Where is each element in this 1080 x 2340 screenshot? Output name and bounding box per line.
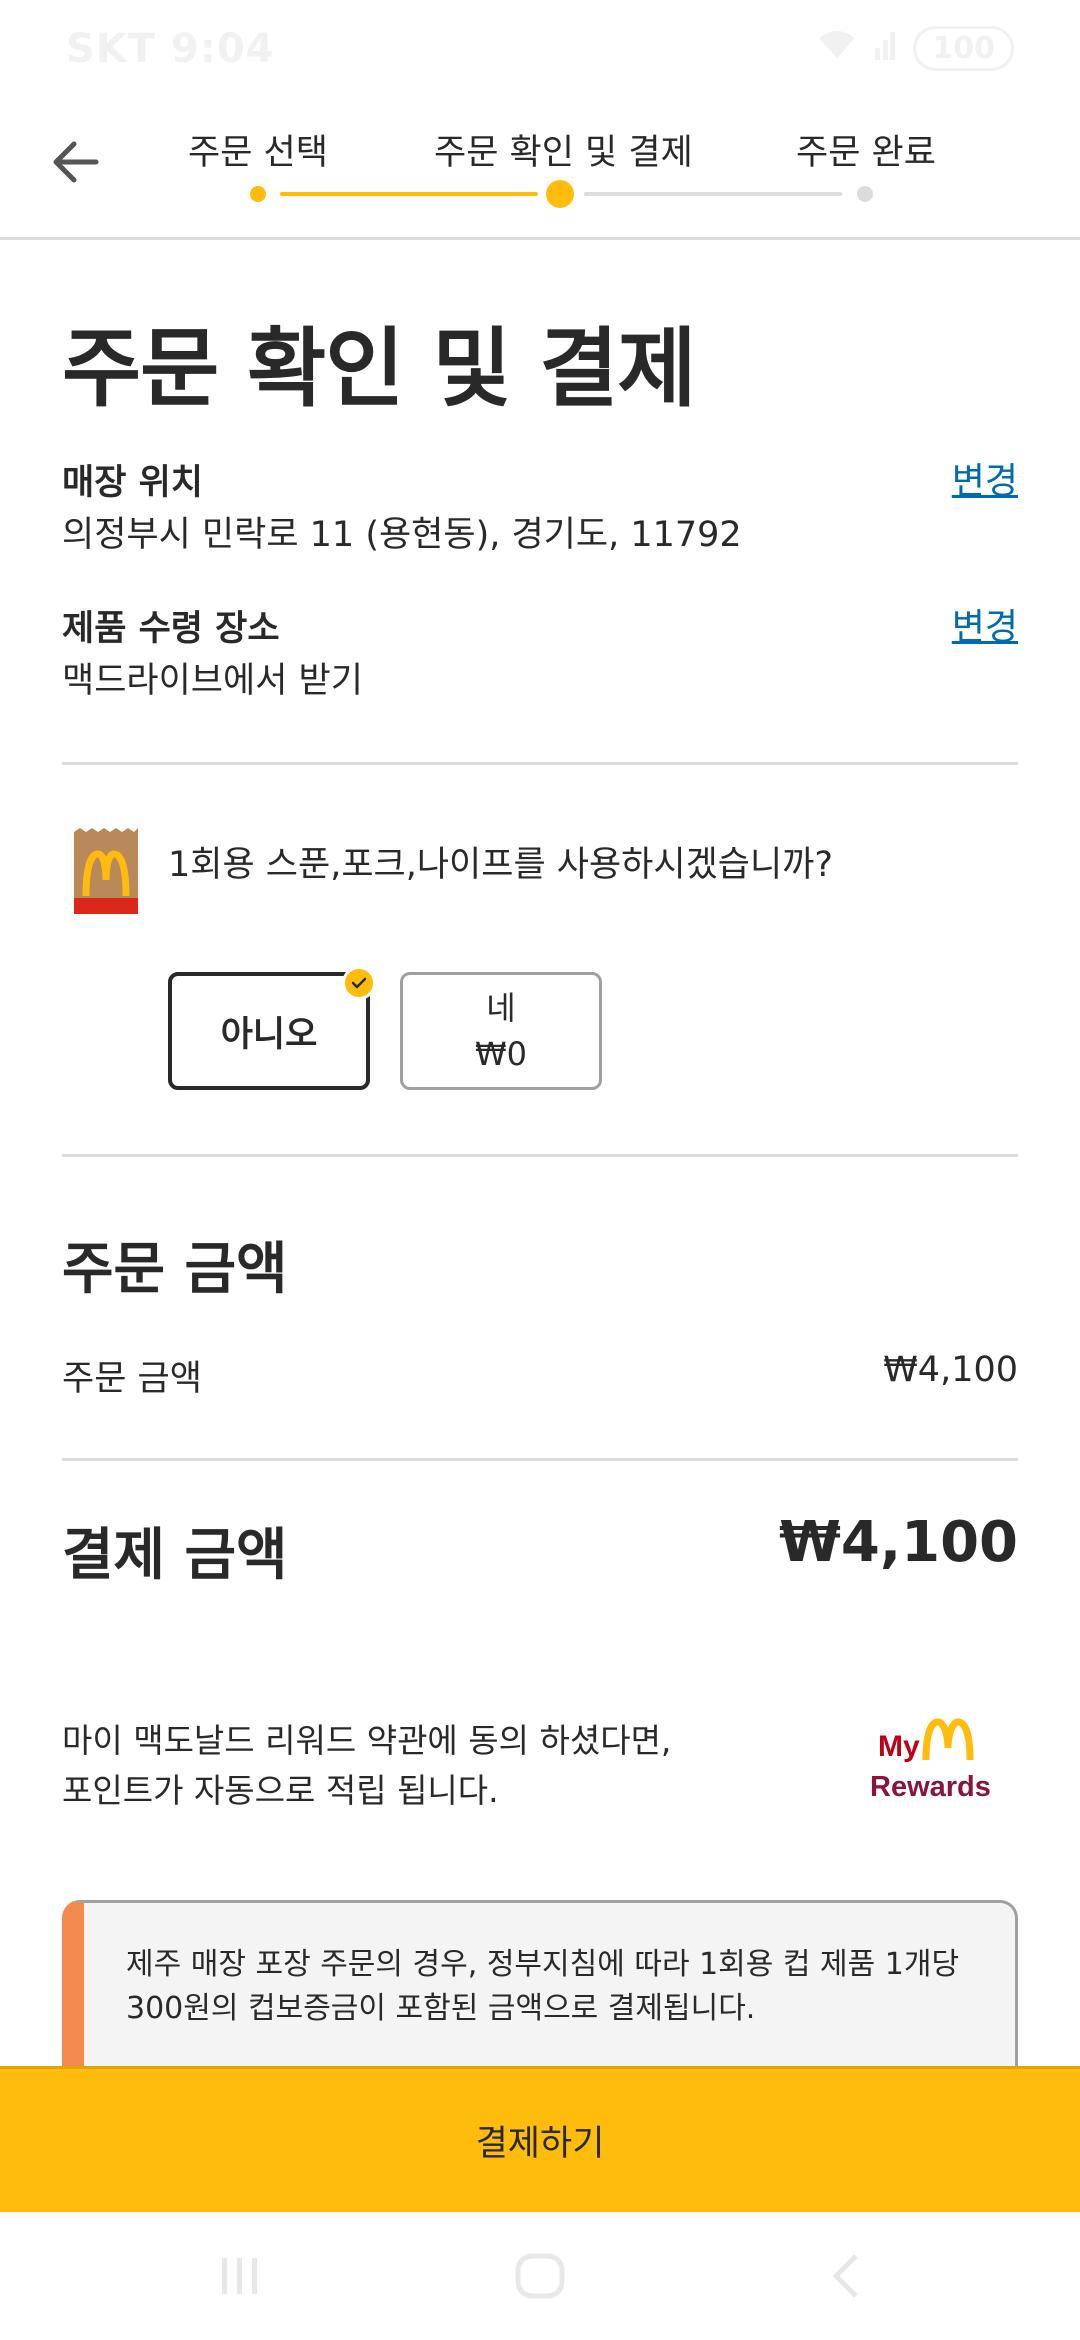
logo-rewards-text: Rewards	[870, 1771, 991, 1803]
option-price: ₩0	[475, 1035, 527, 1073]
store-location-label: 매장 위치	[62, 463, 203, 503]
page-title: 주문 확인 및 결제	[62, 319, 697, 419]
divider	[62, 1154, 1018, 1157]
step-order-select: 주문 선택	[188, 133, 328, 173]
home-icon	[515, 2253, 565, 2299]
rewards-line-1: 마이 맥도날드 리워드 약관에 동의 하셨다면,	[62, 1721, 672, 1760]
order-amount-value: ₩4,100	[883, 1350, 1018, 1390]
status-icons: 100	[817, 26, 1014, 71]
paper-bag-icon	[72, 828, 140, 916]
step-dot-2-current	[546, 180, 574, 208]
chevron-left-icon	[832, 2254, 858, 2298]
cutlery-question: 1회용 스푼,포크,나이프를 사용하시겠습니까?	[168, 845, 833, 885]
step-dot-3	[857, 186, 873, 202]
option-label: 네	[486, 989, 516, 1027]
order-amount-label: 주문 금액	[62, 1359, 202, 1399]
arrow-left-icon	[53, 141, 99, 183]
notice-text: 제주 매장 포장 주문의 경우, 정부지침에 따라 1회용 컵 제품 1개당 3…	[126, 1947, 960, 2026]
divider	[62, 762, 1018, 765]
wifi-icon	[817, 28, 857, 69]
change-pickup-link[interactable]: 변경	[952, 598, 1018, 650]
step-confirm-payment: 주문 확인 및 결제	[434, 133, 693, 173]
pickup-place-value: 맥드라이브에서 받기	[62, 661, 363, 701]
step-order-complete: 주문 완료	[796, 133, 936, 173]
change-store-link[interactable]: 변경	[952, 452, 1018, 504]
status-bar: SKT 9:04 100	[0, 0, 1080, 96]
option-label: 아니오	[220, 1014, 318, 1055]
back-button[interactable]	[48, 134, 104, 190]
store-location-value: 의정부시 민락로 11 (용현동), 경기도, 11792	[62, 515, 742, 555]
divider	[62, 1458, 1018, 1461]
logo-my-text: My	[878, 1730, 920, 1763]
progress-track-todo	[584, 192, 842, 196]
cutlery-option-no[interactable]: 아니오	[168, 966, 376, 1090]
order-amount-title: 주문 금액	[62, 1237, 288, 1302]
battery-icon: 100	[913, 26, 1014, 71]
pay-button[interactable]: 결제하기	[0, 2066, 1080, 2212]
signal-icon	[875, 28, 896, 69]
my-rewards-logo: My Rewards	[868, 1716, 1008, 1806]
header: 주문 선택 주문 확인 및 결제 주문 완료	[0, 96, 1080, 240]
system-nav-bar	[0, 2212, 1080, 2340]
payment-amount-value: ₩4,100	[779, 1510, 1018, 1575]
recent-apps-icon	[222, 2258, 257, 2294]
payment-amount-label: 결제 금액	[62, 1523, 288, 1588]
rewards-description: 마이 맥도날드 리워드 약관에 동의 하셨다면, 포인트가 자동으로 적립 됩니…	[62, 1716, 671, 1816]
progress-track-done	[280, 192, 538, 196]
status-time: SKT 9:04	[66, 26, 275, 72]
recent-apps-button[interactable]	[216, 2252, 264, 2304]
step-dot-1	[250, 186, 266, 202]
pickup-place-label: 제품 수령 장소	[62, 609, 280, 649]
check-icon	[342, 966, 376, 1000]
cutlery-option-yes[interactable]: 네 ₩0	[400, 972, 602, 1090]
rewards-line-2: 포인트가 자동으로 적립 됩니다.	[62, 1771, 499, 1810]
home-button[interactable]	[514, 2252, 566, 2304]
system-back-button[interactable]	[822, 2252, 870, 2304]
